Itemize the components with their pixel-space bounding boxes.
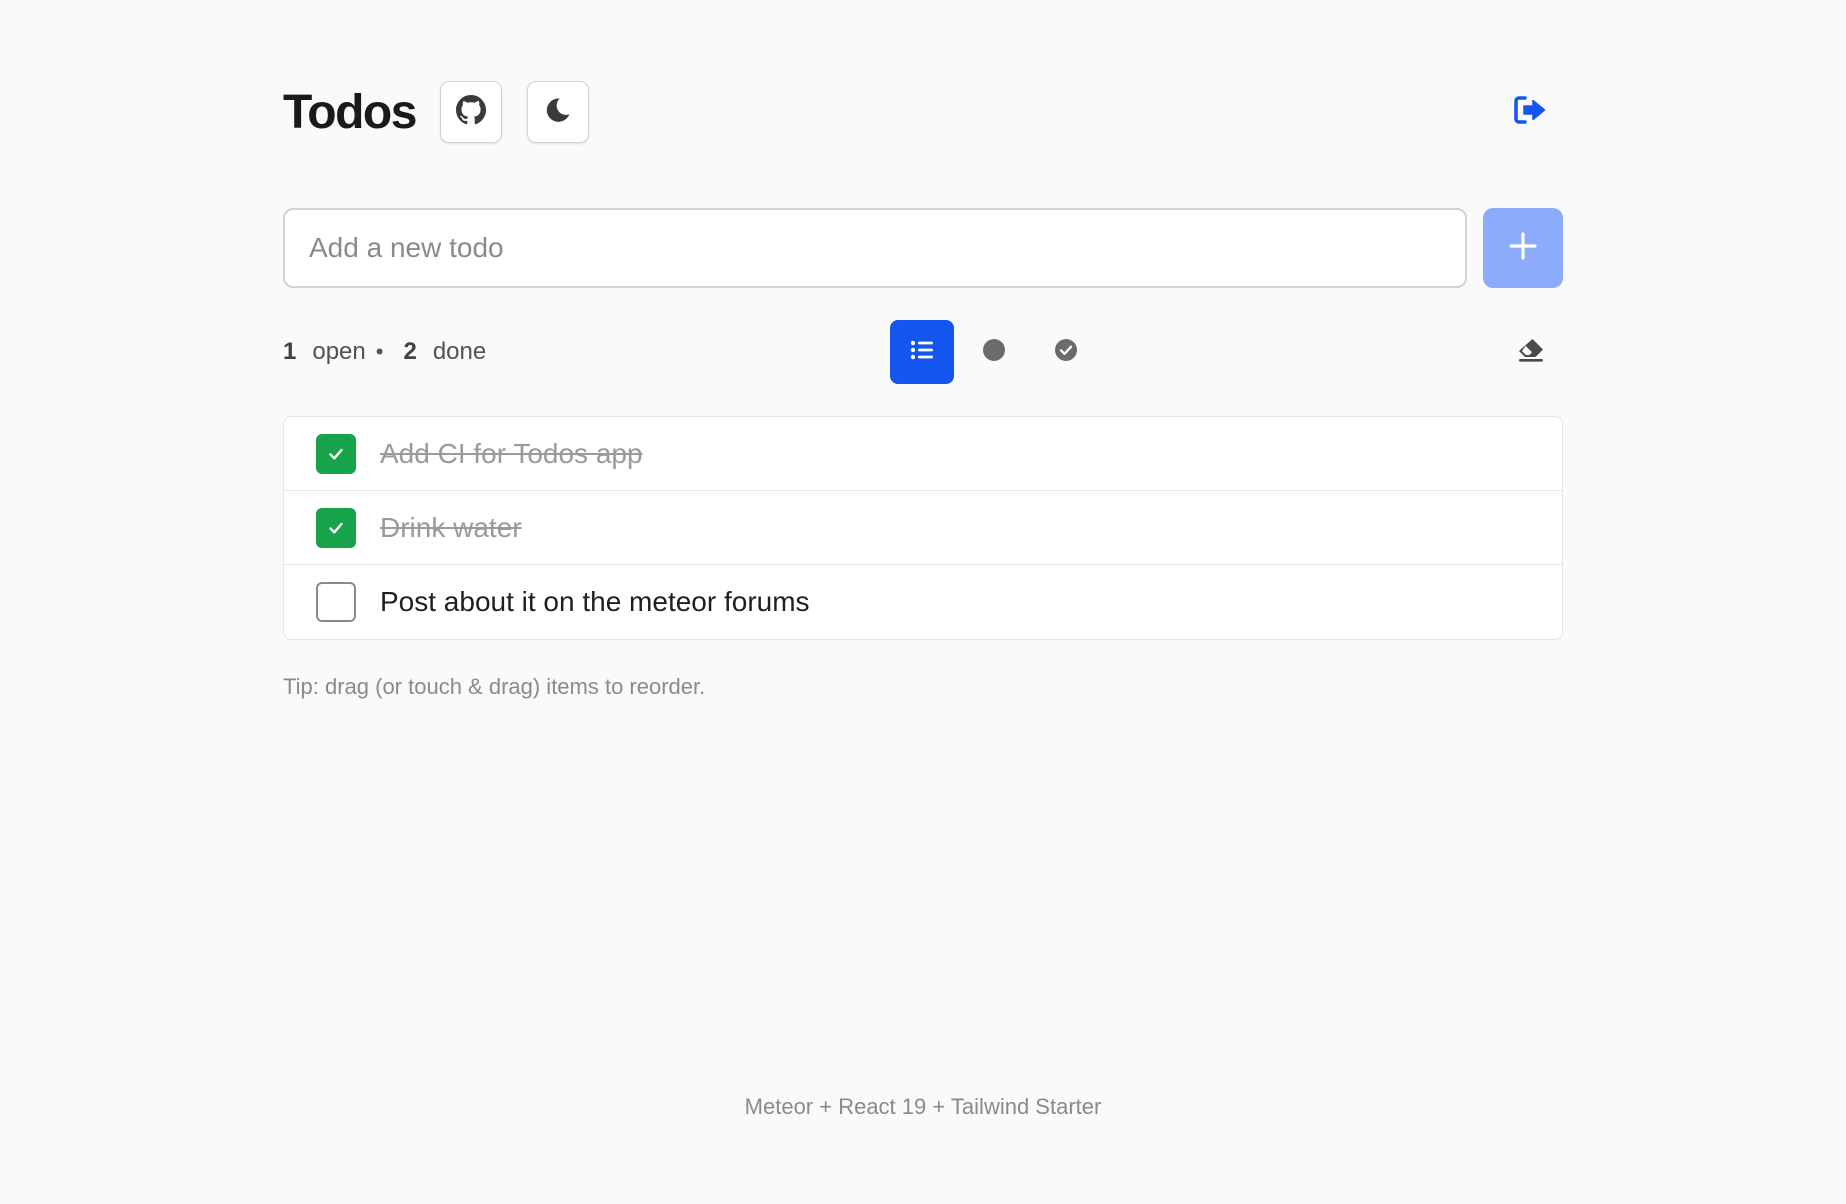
- filter-open-button[interactable]: [962, 320, 1026, 384]
- filter-all-button[interactable]: [890, 320, 954, 384]
- todo-checkbox[interactable]: [316, 507, 356, 548]
- check-icon: [329, 448, 343, 459]
- todo-counts: 1 open • 2 done: [283, 320, 496, 384]
- moon-icon: [544, 96, 572, 129]
- todo-item[interactable]: Add CI for Todos app: [284, 417, 1562, 491]
- footer-text: Meteor + React 19 + Tailwind Starter: [744, 1094, 1102, 1119]
- logout-button[interactable]: [1499, 80, 1563, 144]
- check-icon: [329, 522, 343, 533]
- sign-out-icon: [1513, 95, 1549, 130]
- github-button[interactable]: [439, 81, 502, 143]
- theme-toggle-button[interactable]: [526, 81, 589, 143]
- todo-item[interactable]: Post about it on the meteor forums: [284, 565, 1562, 639]
- stats-bar: 1 open • 2 done: [283, 320, 1563, 384]
- add-todo-form: [283, 208, 1563, 288]
- todo-text: Post about it on the meteor forums: [380, 586, 810, 617]
- list-icon: [910, 339, 934, 366]
- plus-icon: [1507, 230, 1539, 267]
- todo-checkbox[interactable]: [316, 433, 356, 474]
- done-count: 2: [403, 338, 417, 365]
- todo-checkbox[interactable]: [316, 582, 356, 622]
- filter-done-button[interactable]: [1034, 320, 1098, 384]
- github-icon: [455, 94, 486, 130]
- count-separator: •: [375, 339, 384, 364]
- page-title: Todos: [283, 85, 417, 139]
- filter-group: [890, 320, 1106, 384]
- clear-completed-button[interactable]: [1499, 320, 1563, 384]
- check-circle-icon: [1054, 338, 1078, 367]
- circle-icon: [982, 338, 1006, 367]
- todo-text: Drink water: [380, 511, 522, 543]
- add-todo-button[interactable]: [1483, 208, 1563, 288]
- done-label: done: [432, 338, 487, 365]
- header: Todos: [283, 80, 1563, 144]
- open-count: 1: [283, 338, 297, 365]
- page: Todos Add a new todo 1 open • 2 done Add…: [0, 0, 1846, 1204]
- reorder-tip: Tip: drag (or touch & drag) items to reo…: [283, 674, 706, 699]
- new-todo-input[interactable]: [283, 208, 1467, 288]
- open-label: open: [312, 338, 366, 365]
- todo-text: Add CI for Todos app: [380, 437, 643, 469]
- eraser-icon: [1517, 337, 1545, 368]
- todo-list: Add CI for Todos app Drink water Post ab…: [283, 416, 1563, 640]
- todo-item[interactable]: Drink water: [284, 491, 1562, 565]
